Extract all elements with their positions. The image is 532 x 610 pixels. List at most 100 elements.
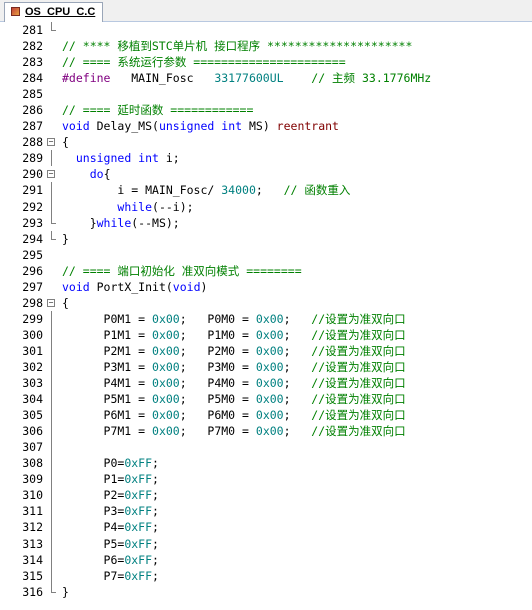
line-number: 308 bbox=[22, 456, 43, 471]
code-token: (--MS); bbox=[131, 215, 180, 230]
line-number: 288 bbox=[22, 135, 43, 150]
code-line[interactable]: 291 i = MAIN_Fosc/ 34000; // 函数重入 bbox=[0, 182, 532, 199]
line-number: 300 bbox=[22, 327, 43, 342]
code-token: 0xFF bbox=[124, 552, 153, 567]
code-text: P4=0xFF; bbox=[62, 519, 159, 535]
code-token: P3M1 = bbox=[62, 359, 153, 374]
code-line[interactable]: 311 P3=0xFF; bbox=[0, 503, 532, 520]
code-line[interactable]: 297 void PortX_Init(void) bbox=[0, 279, 532, 295]
code-token: 0xFF bbox=[124, 472, 153, 487]
code-line[interactable]: 304 P5M1 = 0x00; P5M0 = 0x00; //设置为准双向口 bbox=[0, 391, 532, 408]
code-token: //设置为准双向口 bbox=[311, 311, 406, 326]
code-line[interactable]: 300 P1M1 = 0x00; P1M0 = 0x00; //设置为准双向口 bbox=[0, 326, 532, 343]
code-token: ; P5M0 = bbox=[179, 392, 256, 407]
code-token: ; P0M0 = bbox=[179, 311, 256, 326]
code-line[interactable]: 284 #define MAIN_Fosc 33177600UL // 主频 33… bbox=[0, 70, 532, 86]
c-file-icon bbox=[11, 7, 20, 16]
fold-guide bbox=[47, 375, 59, 392]
line-number: 310 bbox=[22, 488, 43, 503]
fold-gutter bbox=[47, 118, 59, 134]
code-line[interactable]: 295 bbox=[0, 247, 532, 263]
code-line[interactable]: 285 bbox=[0, 86, 532, 102]
code-line[interactable]: 307 bbox=[0, 439, 532, 456]
code-token: ; bbox=[152, 552, 159, 567]
code-line[interactable]: 302 P3M1 = 0x00; P3M0 = 0x00; //设置为准双向口 bbox=[0, 358, 532, 376]
fold-collapse-icon[interactable]: − bbox=[47, 134, 59, 150]
code-token: ; bbox=[283, 376, 312, 391]
code-line[interactable]: 296 // ==== 端口初始化 准双向模式 ======== bbox=[0, 263, 532, 279]
code-token: ; P2M0 = bbox=[179, 343, 256, 358]
code-line[interactable]: 290− do{ bbox=[0, 166, 532, 182]
code-text: P6M1 = 0x00; P6M0 = 0x00; //设置为准双向口 bbox=[62, 407, 406, 423]
code-line[interactable]: 289 unsigned int i; bbox=[0, 150, 532, 167]
fold-collapse-icon[interactable]: − bbox=[47, 295, 59, 311]
code-text: // ==== 系统运行参数 ====================== bbox=[62, 54, 346, 70]
code-line[interactable]: 308 P0=0xFF; bbox=[0, 455, 532, 472]
tab-os-cpu-c[interactable]: OS_CPU_C.C bbox=[4, 2, 104, 22]
code-line[interactable]: 298−{ bbox=[0, 295, 532, 311]
line-number: 292 bbox=[22, 199, 43, 214]
code-token: void bbox=[172, 279, 201, 294]
code-line[interactable]: 282 // **** 移植到STC单片机 接口程序 **************… bbox=[0, 38, 532, 54]
line-number: 311 bbox=[22, 504, 43, 519]
code-token: P7M1 = bbox=[62, 424, 153, 439]
code-token: 0x00 bbox=[255, 343, 284, 358]
code-token: ; bbox=[152, 456, 159, 471]
code-token: P2M1 = bbox=[62, 343, 153, 358]
code-token: unsigned int bbox=[158, 119, 243, 134]
fold-guide bbox=[47, 423, 59, 440]
code-text: P1M1 = 0x00; P1M0 = 0x00; //设置为准双向口 bbox=[62, 327, 406, 343]
code-line[interactable]: 299 P0M1 = 0x00; P0M0 = 0x00; //设置为准双向口 bbox=[0, 310, 532, 327]
code-token: //设置为准双向口 bbox=[311, 424, 406, 439]
code-line[interactable]: 293 }while(--MS); bbox=[0, 214, 532, 231]
code-token: MAIN_Fosc bbox=[110, 71, 215, 86]
code-token: do bbox=[89, 167, 104, 182]
line-number: 294 bbox=[22, 231, 43, 246]
code-token: 0x00 bbox=[152, 343, 180, 358]
code-token: ; bbox=[283, 311, 312, 326]
line-number: 286 bbox=[22, 103, 43, 118]
code-line[interactable]: 310 P2=0xFF; bbox=[0, 487, 532, 504]
code-token: #define bbox=[62, 71, 111, 86]
code-line[interactable]: 316} bbox=[0, 583, 532, 600]
code-line[interactable]: 306 P7M1 = 0x00; P7M0 = 0x00; //设置为准双向口 bbox=[0, 423, 532, 440]
code-line[interactable]: 292 while(--i); bbox=[0, 198, 532, 215]
code-line[interactable]: 283 // ==== 系统运行参数 ====================== bbox=[0, 54, 532, 70]
code-token: { bbox=[103, 167, 111, 182]
code-line[interactable]: 303 P4M1 = 0x00; P4M0 = 0x00; //设置为准双向口 bbox=[0, 375, 532, 392]
code-line[interactable]: 301 P2M1 = 0x00; P2M0 = 0x00; //设置为准双向口 bbox=[0, 342, 532, 359]
code-line[interactable]: 314 P6=0xFF; bbox=[0, 551, 532, 568]
tab-bar: OS_CPU_C.C bbox=[0, 0, 532, 22]
code-token: 0x00 bbox=[152, 359, 180, 374]
code-line[interactable]: 281 bbox=[0, 22, 532, 38]
code-text: P3=0xFF; bbox=[62, 503, 159, 519]
code-token: ; bbox=[152, 472, 159, 487]
code-line[interactable]: 313 P5=0xFF; bbox=[0, 535, 532, 552]
line-number: 309 bbox=[22, 472, 43, 487]
code-line[interactable]: 305 P6M1 = 0x00; P6M0 = 0x00; //设置为准双向口 bbox=[0, 407, 532, 424]
code-line[interactable]: 286 // ==== 延时函数 ============ bbox=[0, 102, 532, 118]
code-text: { bbox=[62, 295, 69, 311]
code-line[interactable]: 312 P4=0xFF; bbox=[0, 519, 532, 536]
fold-guide bbox=[47, 471, 59, 488]
code-token: //设置为准双向口 bbox=[311, 392, 406, 407]
fold-collapse-icon[interactable]: − bbox=[47, 166, 59, 182]
code-token: } bbox=[62, 215, 97, 230]
code-token: ) bbox=[200, 279, 208, 294]
code-line[interactable]: 287 void Delay_MS(unsigned int MS) reentr… bbox=[0, 118, 532, 134]
code-editor[interactable]: 281 282 // **** 移植到STC单片机 接口程序 ***********… bbox=[0, 22, 532, 610]
code-token: (--i); bbox=[152, 199, 194, 214]
code-text: unsigned int i; bbox=[62, 150, 180, 166]
fold-gutter bbox=[47, 247, 59, 263]
code-line[interactable]: 309 P1=0xFF; bbox=[0, 471, 532, 488]
code-line[interactable]: 315 P7=0xFF; bbox=[0, 567, 532, 584]
fold-guide bbox=[47, 407, 59, 424]
code-text: // ==== 端口初始化 准双向模式 ======== bbox=[62, 263, 302, 279]
code-line[interactable]: 294} bbox=[0, 230, 532, 247]
code-line[interactable]: 288−{ bbox=[0, 134, 532, 150]
code-token: ; bbox=[152, 536, 159, 551]
line-number: 301 bbox=[22, 343, 43, 358]
code-token: } bbox=[62, 231, 69, 246]
line-number: 285 bbox=[22, 87, 43, 102]
